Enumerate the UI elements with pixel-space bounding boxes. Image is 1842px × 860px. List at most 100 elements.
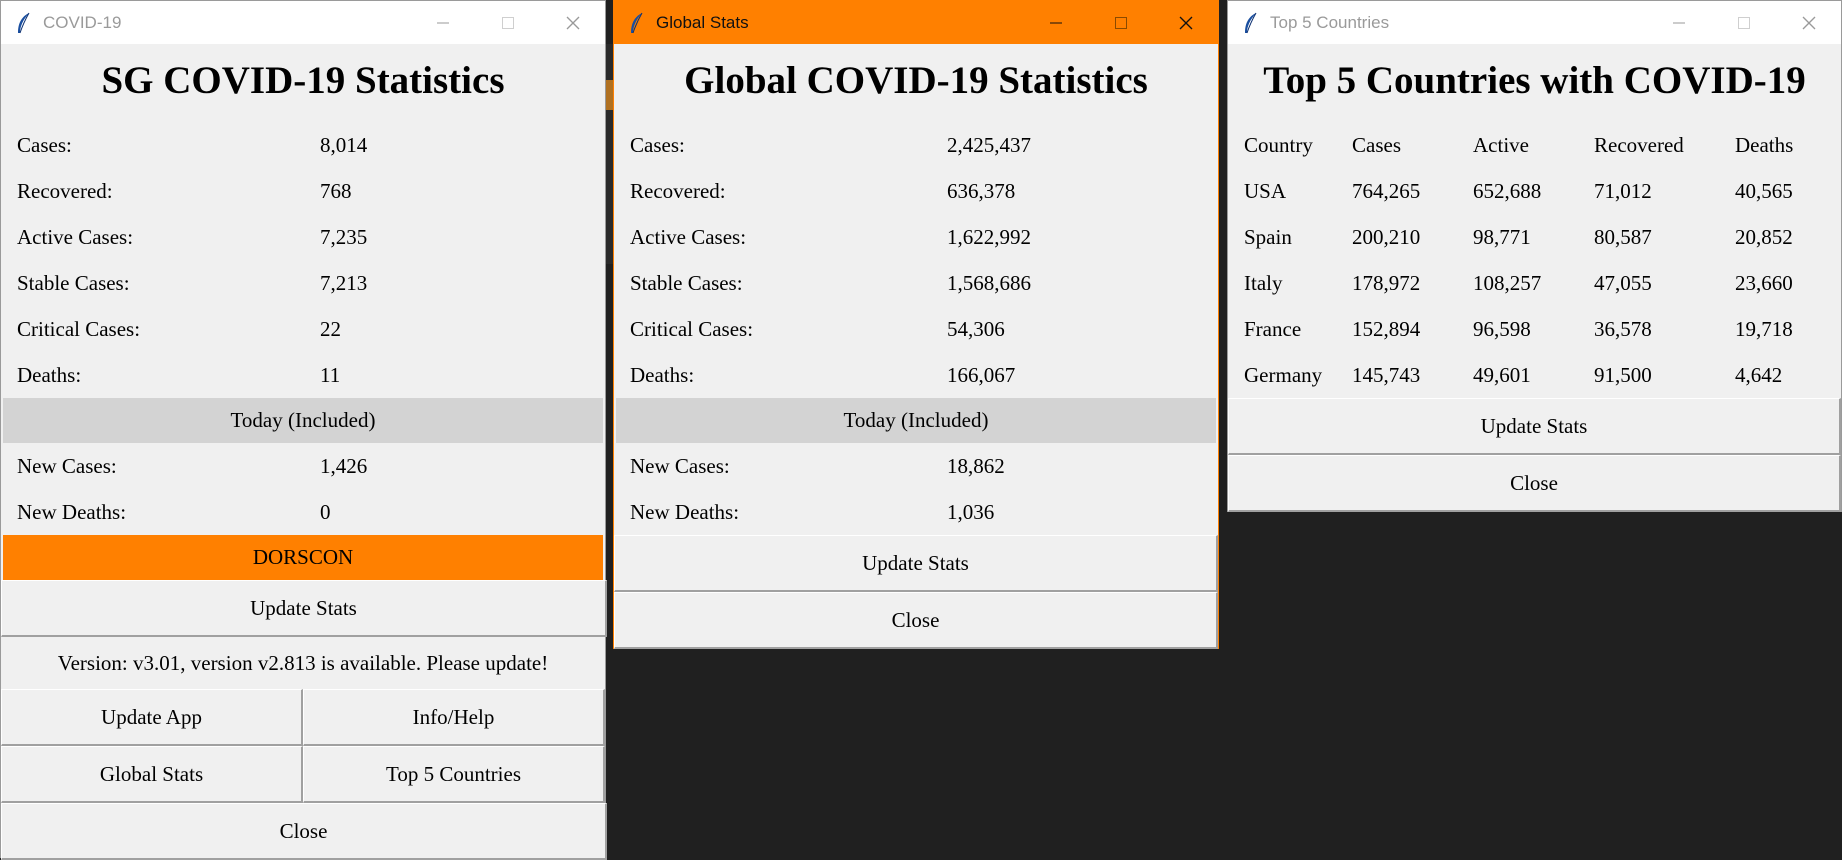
cell-cases: 200,210	[1352, 224, 1421, 249]
cell-cases: 178,972	[1352, 270, 1421, 295]
update-stats-button[interactable]: Update Stats	[1228, 398, 1841, 455]
stat-label: New Cases:	[17, 453, 117, 478]
stat-value: 636,378	[947, 178, 1016, 203]
global-window-title: Global Stats	[656, 12, 749, 32]
update-app-button[interactable]: Update App	[1, 689, 303, 746]
minimize-button[interactable]	[1023, 1, 1088, 44]
top5-window-titlebar[interactable]: Top 5 Countries	[1228, 1, 1841, 44]
feather-icon	[15, 12, 33, 34]
stat-value: 1,036	[947, 499, 995, 524]
cell-recovered: 80,587	[1594, 224, 1652, 249]
stat-value: 22	[320, 316, 341, 341]
close-button[interactable]: Close	[1228, 455, 1841, 512]
stat-label: New Deaths:	[17, 499, 127, 524]
cell-recovered: 36,578	[1594, 316, 1652, 341]
column-header-country: Country	[1244, 132, 1313, 157]
cell-cases: 764,265	[1352, 178, 1421, 203]
maximize-icon	[1737, 16, 1751, 30]
top5-countries-button[interactable]: Top 5 Countries	[303, 746, 605, 803]
stat-label: Stable Cases:	[630, 270, 743, 295]
stat-label: New Cases:	[630, 453, 730, 478]
cell-deaths: 4,642	[1735, 362, 1783, 387]
close-window-button[interactable]	[1776, 1, 1841, 44]
stat-value: 1,622,992	[947, 224, 1031, 249]
table-row: USA 764,265 652,688 71,012 40,565	[1228, 168, 1841, 214]
cell-active: 98,771	[1473, 224, 1531, 249]
cell-recovered: 91,500	[1594, 362, 1652, 387]
maximize-icon	[1114, 16, 1128, 30]
stat-row-new-deaths: New Deaths: 0	[1, 489, 605, 535]
stat-value: 166,067	[947, 362, 1016, 387]
column-header-cases: Cases	[1352, 132, 1401, 157]
close-window-button[interactable]	[540, 1, 605, 44]
stat-value: 7,235	[320, 224, 368, 249]
top5-window-title: Top 5 Countries	[1270, 12, 1390, 32]
info-help-button[interactable]: Info/Help	[303, 689, 605, 746]
cell-active: 652,688	[1473, 178, 1542, 203]
stat-row-recovered: Recovered: 636,378	[614, 168, 1218, 214]
stat-label: New Deaths:	[630, 499, 740, 524]
stat-row-new-deaths: New Deaths: 1,036	[614, 489, 1218, 535]
top5-heading: Top 5 Countries with COVID-19	[1263, 59, 1806, 102]
stat-row-new-cases: New Cases: 1,426	[1, 443, 605, 489]
feather-icon	[628, 12, 646, 34]
stat-value: 768	[320, 178, 352, 203]
global-window-titlebar[interactable]: Global Stats	[614, 1, 1218, 44]
stat-value: 1,426	[320, 453, 368, 478]
sg-window-titlebar[interactable]: COVID-19	[1, 1, 605, 44]
stat-label: Active Cases:	[630, 224, 747, 249]
cell-country: Spain	[1244, 224, 1292, 249]
global-stats-window: Global Stats Global COVID-19 Statistics …	[613, 0, 1219, 649]
stat-row-active: Active Cases: 7,235	[1, 214, 605, 260]
close-button[interactable]: Close	[614, 592, 1218, 649]
cell-country: Italy	[1244, 270, 1283, 295]
stat-row-cases: Cases: 2,425,437	[614, 122, 1218, 168]
button-row-1: Update App Info/Help	[1, 689, 605, 746]
cell-cases: 152,894	[1352, 316, 1421, 341]
stat-row-critical: Critical Cases: 22	[1, 306, 605, 352]
update-stats-button[interactable]: Update Stats	[1, 580, 607, 637]
minimize-button[interactable]	[410, 1, 475, 44]
table-row: Italy 178,972 108,257 47,055 23,660	[1228, 260, 1841, 306]
stat-value: 1,568,686	[947, 270, 1031, 295]
global-stats-list: Cases: 2,425,437 Recovered: 636,378 Active…	[614, 122, 1218, 398]
cell-active: 49,601	[1473, 362, 1531, 387]
version-status-text: Version: v3.01, version v2.813 is availa…	[57, 651, 549, 675]
maximize-button[interactable]	[1088, 1, 1153, 44]
today-banner: Today (Included)	[3, 398, 603, 443]
stat-label: Critical Cases:	[17, 316, 141, 341]
maximize-button[interactable]	[475, 1, 540, 44]
close-icon	[566, 16, 580, 30]
close-window-button[interactable]	[1153, 1, 1218, 44]
sg-stats-list: Cases: 8,014 Recovered: 768 Active Cases: 7…	[1, 122, 605, 398]
feather-icon	[1242, 12, 1260, 34]
stat-label: Recovered:	[17, 178, 113, 203]
top5-table: Country Cases Active Recovered Deaths US…	[1228, 122, 1841, 398]
maximize-button[interactable]	[1711, 1, 1776, 44]
minimize-icon	[1672, 16, 1686, 30]
stat-value: 8,014	[320, 132, 368, 157]
global-stats-button[interactable]: Global Stats	[1, 746, 303, 803]
stat-value: 18,862	[947, 453, 1005, 478]
stat-row-new-cases: New Cases: 18,862	[614, 443, 1218, 489]
close-icon	[1802, 16, 1816, 30]
stat-row-stable: Stable Cases: 7,213	[1, 260, 605, 306]
cell-cases: 145,743	[1352, 362, 1421, 387]
cell-country: Germany	[1244, 362, 1323, 387]
stat-value: 11	[320, 362, 341, 387]
cell-recovered: 47,055	[1594, 270, 1652, 295]
close-button[interactable]: Close	[1, 803, 607, 860]
cell-country: France	[1244, 316, 1302, 341]
minimize-button[interactable]	[1646, 1, 1711, 44]
stat-row-deaths: Deaths: 166,067	[614, 352, 1218, 398]
table-header-row: Country Cases Active Recovered Deaths	[1228, 122, 1841, 168]
stat-row-critical: Critical Cases: 54,306	[614, 306, 1218, 352]
column-header-deaths: Deaths	[1735, 132, 1794, 157]
table-row: Spain 200,210 98,771 80,587 20,852	[1228, 214, 1841, 260]
global-heading: Global COVID-19 Statistics	[684, 59, 1148, 102]
cell-recovered: 71,012	[1594, 178, 1652, 203]
update-stats-button[interactable]: Update Stats	[614, 535, 1218, 592]
stat-row-recovered: Recovered: 768	[1, 168, 605, 214]
stat-value: 2,425,437	[947, 132, 1031, 157]
minimize-icon	[436, 16, 450, 30]
